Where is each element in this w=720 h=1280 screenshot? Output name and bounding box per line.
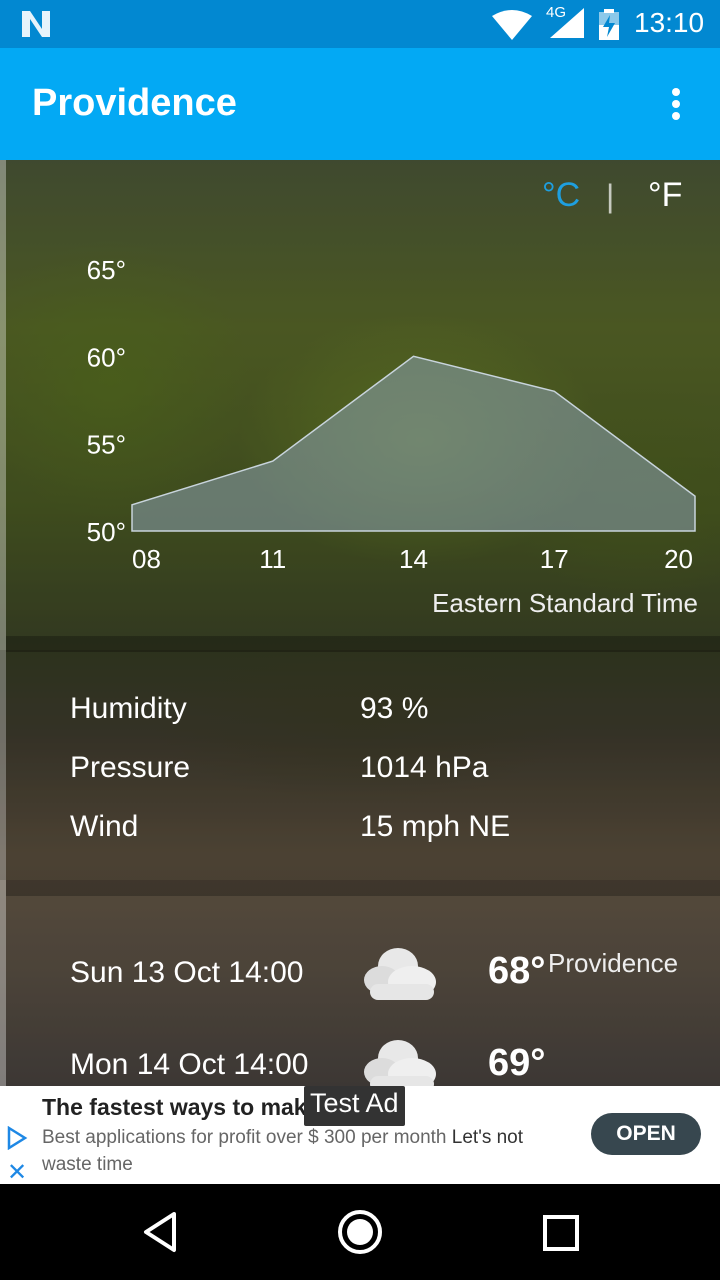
celsius-toggle[interactable]: °C	[542, 176, 580, 215]
wifi-icon	[492, 10, 532, 40]
x-tick-label: 20	[664, 544, 693, 574]
back-icon[interactable]	[140, 1210, 180, 1254]
y-tick-label: 65°	[87, 255, 126, 285]
page-title: Providence	[32, 82, 237, 124]
detail-value: 1014 hPa	[360, 751, 489, 784]
x-tick-label: 08	[132, 544, 161, 574]
fahrenheit-toggle[interactable]: °F	[648, 176, 682, 215]
status-bar: 4G 13:10	[0, 0, 720, 48]
recents-icon[interactable]	[542, 1214, 580, 1252]
forecast-temp: 69°	[488, 1042, 546, 1084]
detail-value: 15 mph NE	[360, 810, 511, 843]
forecast-date: Mon 14 Oct 14:00	[70, 1048, 309, 1081]
forecast-temp: 68°	[488, 950, 546, 992]
forecast-row[interactable]: Mon 14 Oct 14:00 69°	[0, 1028, 720, 1086]
y-tick-label: 60°	[87, 342, 126, 372]
x-tick-label: 14	[399, 544, 428, 574]
notification-n-icon	[22, 11, 50, 37]
more-vert-icon[interactable]	[660, 84, 692, 124]
x-tick-label: 17	[540, 544, 569, 574]
ad-body-emphasis: Let's not	[451, 1127, 524, 1148]
battery-charging-icon	[599, 9, 619, 40]
app-bar: Providence	[0, 48, 720, 160]
unit-separator: |	[606, 178, 615, 214]
ad-body-text: Best applications for profit over $ 300 …	[42, 1127, 447, 1148]
forecast-city: Providence	[548, 948, 679, 978]
ad-body-tail: waste time	[42, 1154, 133, 1175]
temperature-chart: 65° 60° 55° 50°08 11 14 17 20	[87, 255, 696, 574]
close-icon[interactable]: ✕	[7, 1160, 27, 1184]
ad-body[interactable]: Best applications for profit over $ 300 …	[42, 1124, 572, 1178]
x-tick-label: 11	[259, 544, 286, 574]
y-tick-label: 55°	[87, 430, 126, 460]
detail-label: Humidity	[70, 692, 187, 725]
navigation-bar	[0, 1184, 720, 1280]
cellular-signal-icon	[550, 8, 584, 38]
y-tick-label: 50°	[87, 517, 126, 547]
ad-banner[interactable]: ✕ The fastest ways to mak Test Ad Best a…	[0, 1086, 720, 1184]
status-time: 13:10	[634, 7, 705, 38]
details-panel: Humidity 93 % Pressure 1014 hPa Wind 15 …	[0, 650, 720, 880]
detail-label: Pressure	[70, 751, 191, 784]
ad-choices-icon[interactable]	[6, 1126, 28, 1150]
weather-content: °C | °F 65° 60° 55° 50° 08 11 14 17 20 Eastern S…	[0, 160, 720, 1086]
detail-label: Wind	[70, 810, 139, 843]
home-icon[interactable]	[336, 1208, 384, 1256]
cloud-icon	[364, 1040, 436, 1086]
forecast-row[interactable]: Sun 13 Oct 14:00 68° Providence	[0, 936, 720, 1016]
open-button[interactable]: OPEN	[591, 1113, 701, 1155]
detail-value: 93 %	[360, 692, 429, 725]
cloud-icon	[364, 948, 436, 1000]
test-ad-badge: Test Ad	[304, 1086, 405, 1126]
timezone-label: Eastern Standard Time	[432, 588, 698, 618]
ad-headline[interactable]: The fastest ways to mak	[42, 1094, 312, 1121]
temperature-area	[131, 355, 696, 532]
forecast-date: Sun 13 Oct 14:00	[70, 956, 304, 989]
